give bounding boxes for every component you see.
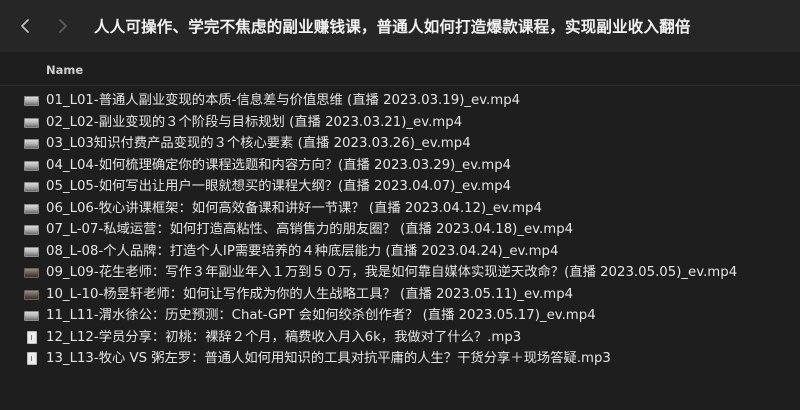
file-row[interactable]: 04_L04-如何梳理确定你的课程选题和内容方向？(直播 2023.03.29)… [0, 155, 800, 177]
file-name: 10_L-10-杨昱轩老师：如何让写作成为你的人生战略工具？ (直播 2023.… [46, 286, 574, 302]
finder-window: 人人可操作、学完不焦虑的副业赚钱课，普通人如何打造爆款课程，实现副业收入翻倍 N… [0, 0, 800, 410]
video-thumbnail-icon [24, 182, 39, 192]
file-list: 01_L01-普通人副业变现的本质-信息差与价值思维 (直播 2023.03.1… [0, 90, 800, 370]
file-row[interactable]: 01_L01-普通人副业变现的本质-信息差与价值思维 (直播 2023.03.1… [0, 90, 800, 112]
window-title: 人人可操作、学完不焦虑的副业赚钱课，普通人如何打造爆款课程，实现副业收入翻倍 [94, 18, 691, 36]
file-row[interactable]: 03_L03知识付费产品变现的３个核心要素 (直播 2023.03.26)_ev… [0, 133, 800, 155]
video-thumbnail-icon [24, 203, 39, 214]
file-row[interactable]: 13_L13-牧心 VS 粥左罗：普通人如何用知识的工具对抗平庸的人生？干货分享… [0, 348, 800, 370]
file-name: 07_L-07-私域运营：如何打造高粘性、高销售力的朋友圈？ (直播 2023.… [46, 222, 574, 237]
video-thumbnail-icon [24, 311, 39, 321]
file-name: 02_L02-副业变现的３个阶段与目标规划 (直播 2023.03.21)_ev… [46, 114, 463, 130]
file-name: 09_L09-花生老师：写作３年副业年入１万到５０万，我是如何靠自媒体实现逆天改… [46, 265, 738, 280]
file-name: 04_L04-如何梳理确定你的课程选题和内容方向？(直播 2023.03.29)… [46, 157, 512, 173]
video-thumbnail-icon [24, 139, 39, 149]
file-name: 08_L-08-个人品牌：打造个人IP需要培养的４种底层能力 (直播 2023.… [46, 243, 559, 259]
file-name: 05_L05-如何写出让用户一眼就想买的课程大纲？(直播 2023.04.07)… [46, 179, 512, 194]
audio-file-icon [27, 330, 37, 344]
video-thumbnail-icon [24, 268, 39, 278]
column-header-name[interactable]: Name [46, 63, 83, 77]
file-name: 06_L06-牧心讲课框架：如何高效备课和讲好一节课？ (直播 2023.04.… [46, 200, 542, 216]
toolbar: 人人可操作、学完不焦虑的副业赚钱课，普通人如何打造爆款课程，实现副业收入翻倍 [0, 0, 800, 52]
chevron-right-icon [57, 18, 69, 34]
file-row[interactable]: 05_L05-如何写出让用户一眼就想买的课程大纲？(直播 2023.04.07)… [0, 176, 800, 198]
column-header-row: Name [0, 52, 800, 86]
file-name: 01_L01-普通人副业变现的本质-信息差与价值思维 (直播 2023.03.1… [46, 93, 521, 108]
file-name: 13_L13-牧心 VS 粥左罗：普通人如何用知识的工具对抗平庸的人生？干货分享… [46, 351, 611, 366]
file-name: 12_L12-学员分享：初桃：裸辞２个月，稿费收入月入6k，我做对了什么？.mp… [46, 329, 522, 345]
video-thumbnail-icon [24, 225, 39, 235]
video-thumbnail-icon [24, 96, 39, 106]
file-row[interactable]: 08_L-08-个人品牌：打造个人IP需要培养的４种底层能力 (直播 2023.… [0, 241, 800, 263]
video-thumbnail-icon [24, 160, 39, 171]
file-row[interactable]: 06_L06-牧心讲课框架：如何高效备课和讲好一节课？ (直播 2023.04.… [0, 198, 800, 220]
back-button[interactable] [12, 13, 38, 39]
file-row[interactable]: 07_L-07-私域运营：如何打造高粘性、高销售力的朋友圈？ (直播 2023.… [0, 219, 800, 241]
forward-button[interactable] [50, 13, 76, 39]
file-row[interactable]: 02_L02-副业变现的３个阶段与目标规划 (直播 2023.03.21)_ev… [0, 112, 800, 134]
file-row[interactable]: 09_L09-花生老师：写作３年副业年入１万到５０万，我是如何靠自媒体实现逆天改… [0, 262, 800, 284]
file-row[interactable]: 10_L-10-杨昱轩老师：如何让写作成为你的人生战略工具？ (直播 2023.… [0, 284, 800, 306]
file-name: 11_L11-渭水徐公：历史预测：Chat-GPT 会如何绞杀创作者？ (直播 … [46, 308, 596, 323]
video-thumbnail-icon [24, 289, 39, 300]
video-thumbnail-icon [24, 246, 39, 257]
file-row[interactable]: 11_L11-渭水徐公：历史预测：Chat-GPT 会如何绞杀创作者？ (直播 … [0, 305, 800, 327]
file-row[interactable]: 12_L12-学员分享：初桃：裸辞２个月，稿费收入月入6k，我做对了什么？.mp… [0, 327, 800, 349]
file-name: 03_L03知识付费产品变现的３个核心要素 (直播 2023.03.26)_ev… [46, 136, 471, 151]
video-thumbnail-icon [24, 117, 39, 128]
audio-file-icon [27, 352, 37, 365]
chevron-left-icon [19, 18, 31, 34]
